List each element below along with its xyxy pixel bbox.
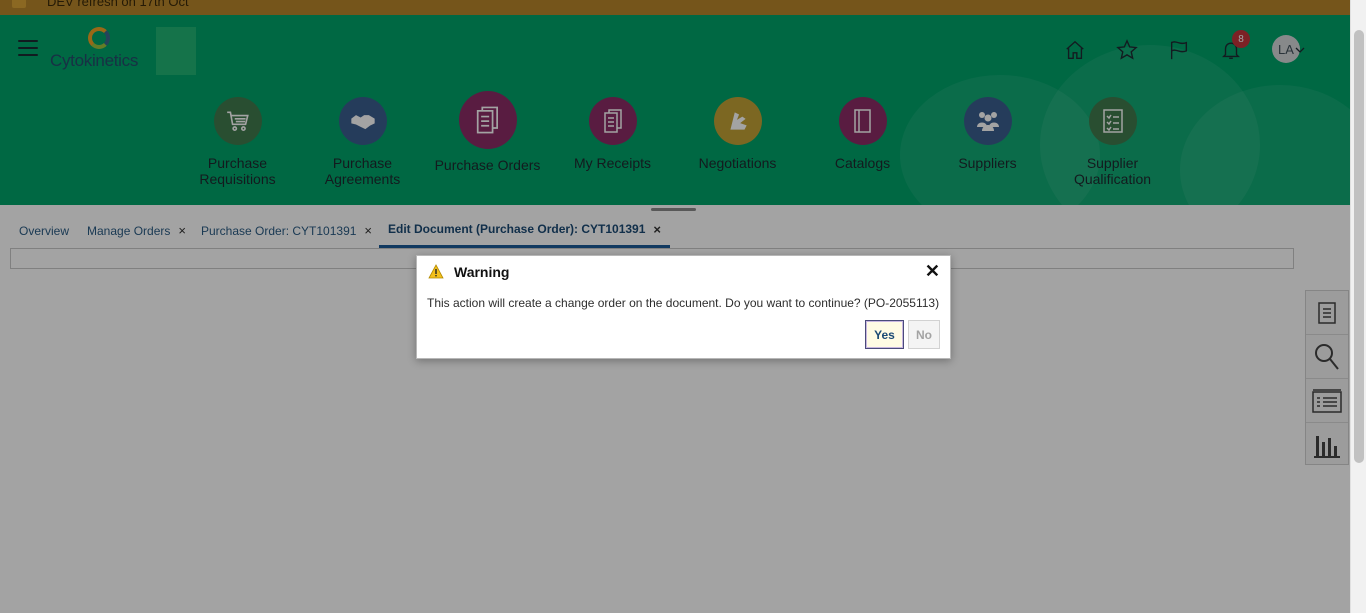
no-button[interactable]: No (908, 320, 940, 349)
warning-icon (428, 264, 444, 284)
dialog-title: Warning (454, 264, 510, 280)
page-scrollbar[interactable] (1350, 0, 1366, 613)
scrollbar-thumb[interactable] (1354, 30, 1364, 463)
yes-button[interactable]: Yes (865, 320, 904, 349)
close-dialog-icon[interactable]: ✕ (925, 261, 940, 282)
dialog-message: This action will create a change order o… (427, 296, 940, 310)
warning-dialog: Warning ✕ This action will create a chan… (416, 255, 951, 359)
